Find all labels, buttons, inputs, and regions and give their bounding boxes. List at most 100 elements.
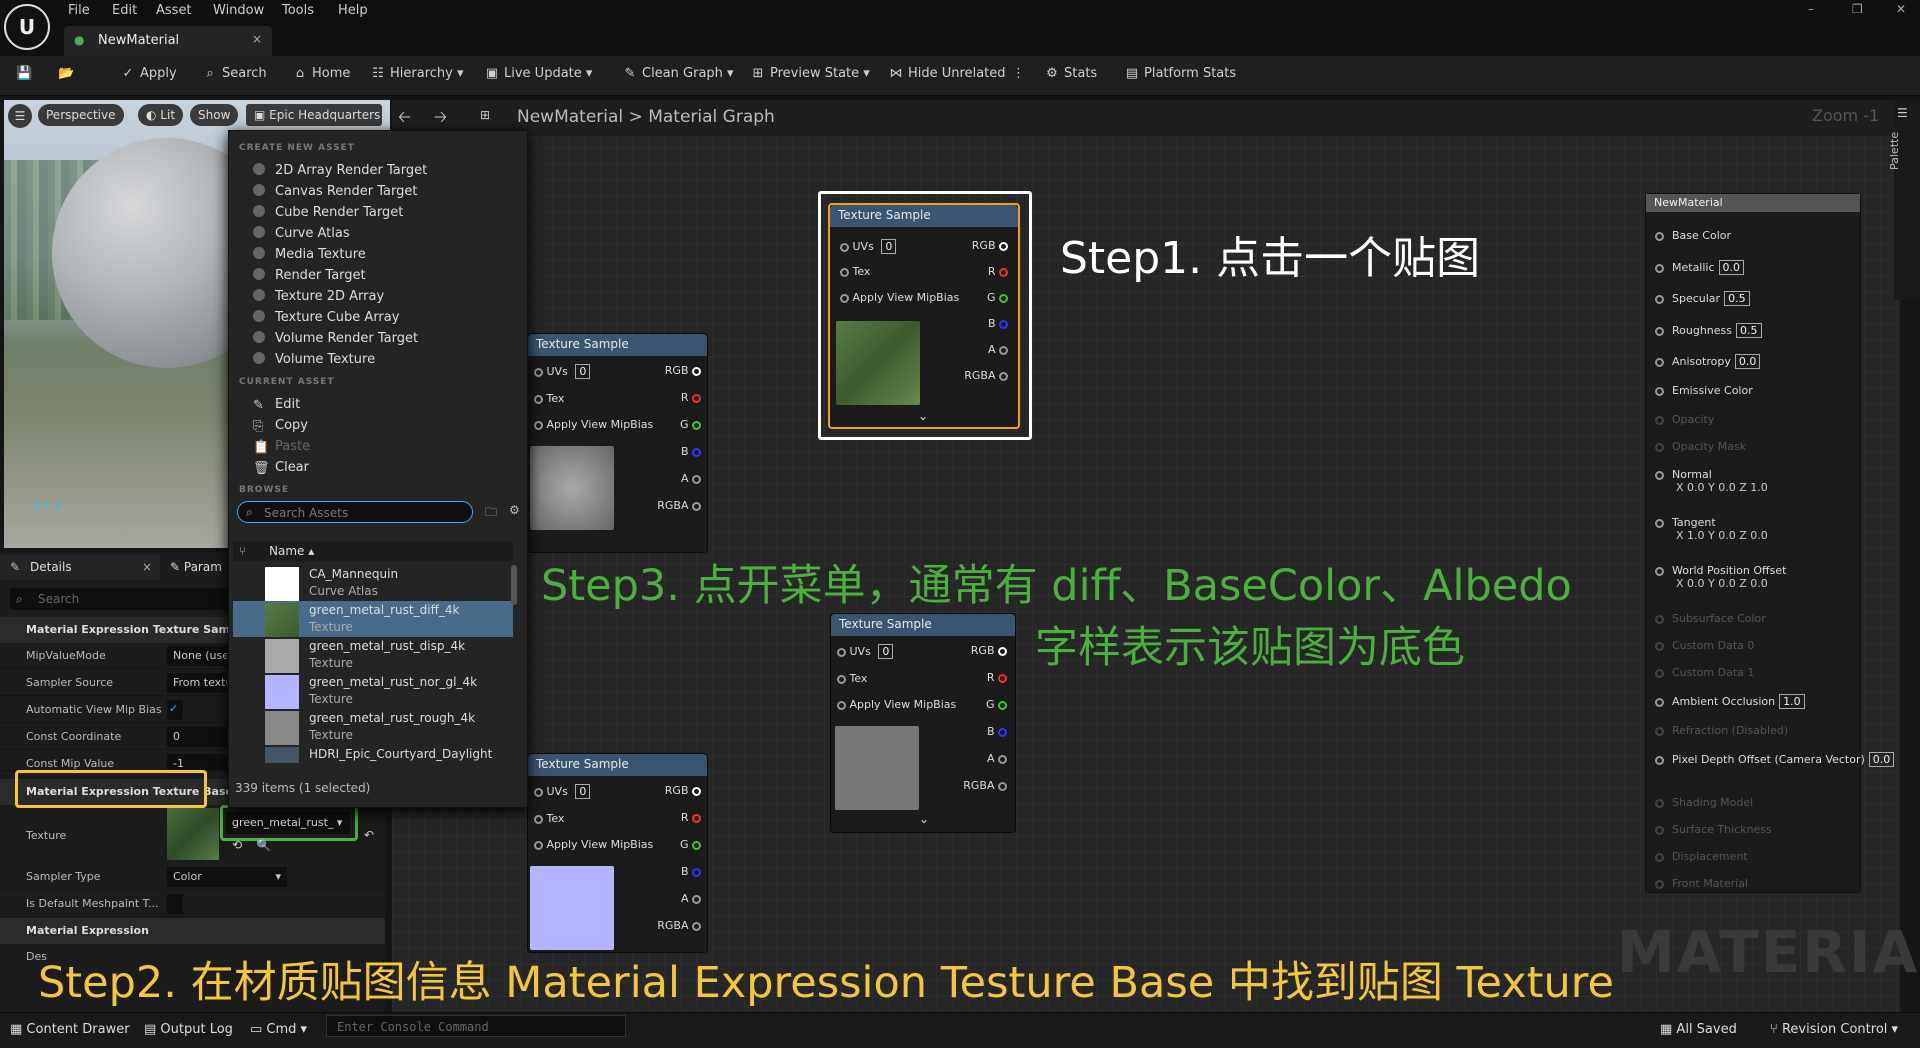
save-icon[interactable]: 💾 bbox=[16, 66, 32, 81]
name-column-header[interactable]: Name ▴ bbox=[269, 544, 314, 558]
result-pin[interactable]: Normal X 0.0 Y 0.0 Z 1.0 bbox=[1655, 468, 1771, 494]
meshpaint-checkbox[interactable] bbox=[167, 894, 183, 914]
texture-sample-node-rough[interactable]: Texture Sample UVs 0 Tex Apply View MipB… bbox=[830, 613, 1016, 833]
menu-help[interactable]: Help bbox=[338, 3, 368, 18]
folder-icon[interactable]: 🗀 bbox=[485, 503, 497, 524]
details-search-input[interactable]: ⌕ Search bbox=[10, 588, 230, 610]
tab-parameters[interactable]: ✎ Param bbox=[170, 560, 230, 574]
menu-item-volume-render-target[interactable]: Volume Render Target bbox=[253, 331, 418, 346]
browse-icon[interactable]: 📂 bbox=[58, 66, 74, 81]
platform-stats-button[interactable]: ▤ Platform Stats bbox=[1124, 66, 1236, 81]
menu-item-edit[interactable]: ✎ Edit bbox=[253, 397, 300, 413]
menu-item-canvas-render-target[interactable]: Canvas Render Target bbox=[253, 184, 417, 199]
asset-row-ca-mannequin[interactable]: CA_Mannequin Curve Atlas bbox=[233, 565, 513, 601]
menu-item-copy[interactable]: ⎘ Copy bbox=[253, 418, 308, 434]
home-button[interactable]: ⌂ Home bbox=[292, 66, 351, 81]
tab-newmaterial[interactable]: ● NewMaterial × bbox=[64, 26, 272, 56]
asset-row-rough[interactable]: green_metal_rust_rough_4k Texture bbox=[233, 709, 513, 745]
expand-icon[interactable]: ⌄ bbox=[918, 409, 928, 423]
more-options-icon[interactable]: ⋮ bbox=[1012, 66, 1025, 81]
perspective-button[interactable]: Perspective bbox=[38, 104, 124, 126]
asset-row-normal[interactable]: green_metal_rust_nor_gl_4k Texture bbox=[233, 673, 513, 709]
asset-row-disp[interactable]: green_metal_rust_disp_4k Texture bbox=[233, 637, 513, 673]
restore-icon[interactable]: ❐ bbox=[1852, 2, 1863, 16]
reset-icon[interactable]: ↶ bbox=[364, 828, 374, 842]
menu-edit[interactable]: Edit bbox=[112, 3, 137, 18]
menu-item-media-texture[interactable]: Media Texture bbox=[253, 247, 366, 262]
close-tab-icon[interactable]: × bbox=[252, 32, 262, 46]
result-pin[interactable]: Base Color bbox=[1655, 229, 1731, 242]
asset-search-input[interactable]: ⌕ Search Assets bbox=[237, 501, 473, 523]
texture-dropdown[interactable]: green_metal_rust_ ▾ bbox=[226, 812, 350, 834]
show-button[interactable]: Show bbox=[190, 104, 239, 126]
expand-icon[interactable]: ⌄ bbox=[919, 812, 929, 826]
result-pin[interactable]: Ambient Occlusion 1.0 bbox=[1655, 694, 1805, 709]
asset-thumb bbox=[265, 567, 299, 601]
asset-row-diff-selected[interactable]: green_metal_rust_diff_4k Texture bbox=[233, 601, 513, 637]
hdri-button[interactable]: ▣ Epic Headquarters bbox=[246, 104, 382, 126]
hide-unrelated-button[interactable]: ⋈ Hide Unrelated bbox=[888, 66, 1006, 81]
stats-button[interactable]: ⚙ Stats bbox=[1044, 66, 1097, 81]
menu-window[interactable]: Window bbox=[213, 3, 264, 18]
result-pin[interactable]: Emissive Color bbox=[1655, 384, 1753, 397]
menu-item-clear[interactable]: 🗑 Clear bbox=[253, 460, 309, 476]
asset-icon bbox=[253, 247, 265, 259]
pin-icon bbox=[1655, 470, 1664, 480]
result-pin[interactable]: Roughness 0.5 bbox=[1655, 323, 1762, 338]
result-pin[interactable]: Metallic 0.0 bbox=[1655, 260, 1745, 275]
close-window-icon[interactable]: ✕ bbox=[1896, 2, 1906, 16]
settings-icon[interactable]: ⚙ bbox=[509, 503, 520, 517]
texture-sample-node-disp[interactable]: Texture Sample UVs 0 Tex Apply View MipB… bbox=[527, 333, 708, 553]
result-pin[interactable]: World Position Offset X 0.0 Y 0.0 Z 0.0 bbox=[1655, 564, 1786, 590]
browse-asset-icon[interactable]: 🔍 bbox=[256, 838, 271, 852]
tab-details[interactable]: ✎ Details × bbox=[0, 554, 160, 580]
all-saved-button[interactable]: ▦ All Saved bbox=[1660, 1022, 1737, 1037]
live-update-button[interactable]: ▣ Live Update ▾ bbox=[484, 66, 593, 81]
filter-icon[interactable]: ⑂ bbox=[239, 544, 246, 558]
menu-file[interactable]: File bbox=[68, 3, 90, 18]
palette-tab[interactable]: Palette bbox=[1888, 132, 1901, 170]
search-button[interactable]: ⌕ Search bbox=[202, 66, 266, 81]
result-pin[interactable]: Pixel Depth Offset (Camera Vector) 0.0 bbox=[1655, 752, 1895, 767]
unreal-logo-icon[interactable]: U bbox=[4, 4, 50, 50]
menu-item-curve-atlas[interactable]: Curve Atlas bbox=[253, 226, 350, 241]
result-pin[interactable]: Tangent X 1.0 Y 0.0 Z 0.0 bbox=[1655, 516, 1771, 542]
revision-control-button[interactable]: ⑂ Revision Control ▾ bbox=[1770, 1022, 1898, 1037]
result-pin[interactable]: Anisotropy 0.0 bbox=[1655, 354, 1761, 369]
menu-item-volume-texture[interactable]: Volume Texture bbox=[253, 352, 375, 367]
menu-asset[interactable]: Asset bbox=[156, 3, 192, 18]
hierarchy-button[interactable]: ☷ Hierarchy ▾ bbox=[370, 66, 463, 81]
viewport-menu-icon[interactable]: ☰ bbox=[8, 104, 32, 128]
menu-item-2d-array-render-target[interactable]: 2D Array Render Target bbox=[253, 163, 427, 178]
cmd-dropdown[interactable]: ▭ Cmd ▾ bbox=[250, 1022, 307, 1037]
texture-sample-node-normal[interactable]: Texture Sample UVs 0 Tex Apply View MipB… bbox=[527, 753, 708, 953]
content-drawer-button[interactable]: ▦ Content Drawer bbox=[10, 1022, 130, 1037]
use-selected-icon[interactable]: ⟲ bbox=[232, 838, 242, 852]
menu-item-texture-2d-array[interactable]: Texture 2D Array bbox=[253, 289, 384, 304]
preview-state-button[interactable]: ⊞ Preview State ▾ bbox=[750, 66, 870, 81]
forward-icon[interactable]: 🡢 bbox=[434, 106, 447, 133]
back-icon[interactable]: 🡠 bbox=[398, 106, 411, 133]
minimize-icon[interactable]: – bbox=[1808, 2, 1814, 16]
result-pin[interactable]: Specular 0.5 bbox=[1655, 291, 1750, 306]
menu-item-cube-render-target[interactable]: Cube Render Target bbox=[253, 205, 403, 220]
texture-thumbnail[interactable] bbox=[167, 808, 219, 860]
palette-icon[interactable]: ☰ bbox=[1897, 106, 1908, 120]
section-material-expression[interactable]: Material Expression bbox=[0, 918, 385, 944]
texture-sample-node-selected[interactable]: Texture Sample UVs 0 Tex Apply View MipB… bbox=[828, 203, 1020, 429]
menu-item-render-target[interactable]: Render Target bbox=[253, 268, 366, 283]
asset-row-hdri[interactable]: HDRI_Epic_Courtyard_Daylight bbox=[233, 745, 513, 763]
lit-button[interactable]: ◐ Lit bbox=[138, 104, 184, 126]
menu-item-texture-cube-array[interactable]: Texture Cube Array bbox=[253, 310, 399, 325]
console-input[interactable]: Enter Console Command bbox=[326, 1015, 626, 1037]
output-log-button[interactable]: ▤ Output Log bbox=[144, 1022, 233, 1037]
node-preview-diff bbox=[836, 321, 920, 405]
clean-graph-button[interactable]: ✎ Clean Graph ▾ bbox=[622, 66, 734, 81]
menu-tools[interactable]: Tools bbox=[282, 3, 314, 18]
palette-strip[interactable] bbox=[1894, 100, 1920, 300]
graph-icon: ⊞ bbox=[480, 108, 491, 122]
close-details-icon[interactable]: × bbox=[142, 560, 152, 574]
pin-icon bbox=[1655, 641, 1664, 651]
apply-button[interactable]: ✓ Apply bbox=[120, 66, 177, 81]
scrollbar[interactable] bbox=[511, 565, 517, 605]
